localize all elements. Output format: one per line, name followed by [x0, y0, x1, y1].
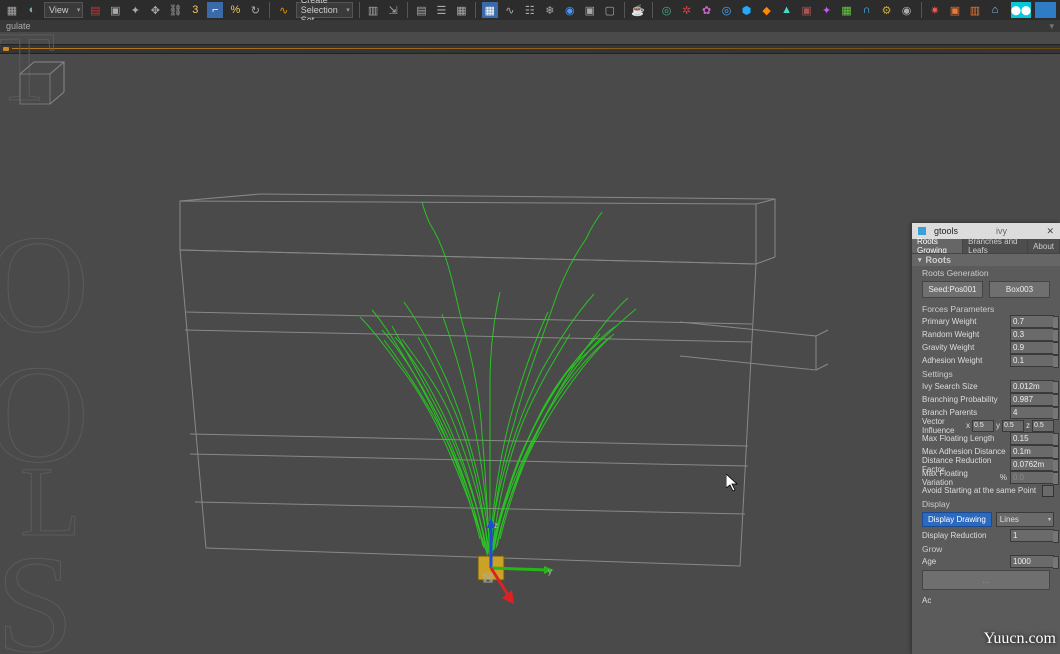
mirror-icon[interactable]: ▥	[365, 2, 381, 18]
panel-subtitle: ivy	[996, 226, 1007, 236]
main-toolbar: ▦ ◐ View ▤ ▣ ✦ ✥ ⛓ 3 ⌐ % ↻ ∿ Create Sele…	[0, 0, 1060, 20]
vector-z-spinner[interactable]: 0.5	[1032, 420, 1054, 432]
ac-label: Ac	[922, 596, 1054, 605]
curve-icon[interactable]: ∿	[276, 2, 292, 18]
display-drawing-button[interactable]: Display Drawing	[922, 512, 992, 527]
sub-toolbar: gulate ▾	[0, 20, 1060, 32]
random-weight-label: Random Weight	[922, 330, 1010, 339]
dope-sheet-icon[interactable]: ☷	[522, 2, 538, 18]
plugin-10-icon[interactable]: ▦	[839, 2, 855, 18]
primary-weight-label: Primary Weight	[922, 317, 1010, 326]
label-display: Display	[912, 497, 1060, 510]
plugin-3-icon[interactable]: ✿	[699, 2, 715, 18]
render-frame-icon[interactable]: ▢	[602, 2, 618, 18]
dist-red-spinner[interactable]: 0.0762m	[1010, 458, 1054, 471]
toggle-grid-icon[interactable]: ▦	[453, 2, 469, 18]
age-spinner[interactable]: 1000	[1010, 555, 1054, 568]
plugin-2-icon[interactable]: ✲	[679, 2, 695, 18]
display-reduction-spinner[interactable]: 1	[1010, 529, 1054, 542]
toggle-schematic-icon[interactable]: ☰	[433, 2, 449, 18]
timeline[interactable]	[0, 44, 1060, 54]
plugin-9-icon[interactable]: ✦	[819, 2, 835, 18]
panel-title-text: gtools	[934, 226, 958, 236]
tab-roots-growing[interactable]: Roots Growing	[912, 239, 963, 253]
search-size-label: Ivy Search Size	[922, 382, 1010, 391]
panel-icon	[918, 227, 926, 235]
svg-text:y: y	[548, 567, 552, 576]
spinner-icon[interactable]: ↻	[247, 2, 263, 18]
toggle-layers-icon[interactable]: ▤	[413, 2, 429, 18]
plugin-4-icon[interactable]: ◎	[719, 2, 735, 18]
primary-weight-spinner[interactable]: 0.7	[1010, 315, 1054, 328]
panel-tabs: Roots Growing Branches and Leafs About	[912, 239, 1060, 253]
plugin-6-icon[interactable]: ◆	[759, 2, 775, 18]
max-adh-spinner[interactable]: 0.1m	[1010, 445, 1054, 458]
label-roots-generation: Roots Generation	[912, 266, 1060, 279]
search-size-spinner[interactable]: 0.012m	[1010, 380, 1054, 393]
max-float-spinner[interactable]: 0.15	[1010, 432, 1054, 445]
vector-x-spinner[interactable]: 0.5	[972, 420, 994, 432]
adhesion-weight-spinner[interactable]: 0.1	[1010, 354, 1054, 367]
label-settings: Settings	[912, 367, 1060, 380]
branch-prob-label: Branching Probability	[922, 395, 1010, 404]
percent-icon[interactable]: %	[227, 2, 243, 18]
tab-branches-leafs[interactable]: Branches and Leafs	[963, 239, 1028, 253]
plugin-13-icon[interactable]: ◉	[899, 2, 915, 18]
max-float-label: Max Floating Length	[922, 434, 1010, 443]
branch-prob-spinner[interactable]: 0.987	[1010, 393, 1054, 406]
pan-icon[interactable]: ✥	[147, 2, 163, 18]
float-var-pct: %	[1000, 473, 1007, 482]
snap-icon[interactable]: ❄	[542, 2, 558, 18]
section-roots[interactable]: Roots	[912, 253, 1060, 266]
top-right-strip	[1035, 2, 1056, 18]
ribbon-icon[interactable]: ▦	[482, 2, 498, 18]
render-icon[interactable]: ☕	[630, 2, 646, 18]
snap-angle-icon[interactable]: ⌐	[207, 2, 223, 18]
avoid-same-point-label: Avoid Starting at the same Point	[922, 486, 1042, 495]
label-forces: Forces Parameters	[912, 302, 1060, 315]
plugin-12-icon[interactable]: ⚙	[879, 2, 895, 18]
float-var-spinner[interactable]: 0.0	[1010, 471, 1054, 484]
age-label: Age	[922, 557, 1010, 566]
plugin-15-icon[interactable]: ▣	[947, 2, 963, 18]
link-icon[interactable]: ⛓	[167, 2, 183, 18]
display-mode-combo[interactable]: Lines	[996, 512, 1054, 527]
material-icon[interactable]: ◉	[562, 2, 578, 18]
plugin-1-icon[interactable]: ◎	[659, 2, 675, 18]
branch-parents-spinner[interactable]: 4	[1010, 406, 1054, 419]
grow-big-button[interactable]: …	[922, 570, 1050, 590]
viewport[interactable]: T O O L S	[0, 54, 1060, 654]
adhesion-weight-label: Adhesion Weight	[922, 356, 1010, 365]
three-icon[interactable]: 3	[187, 2, 203, 18]
seed-button[interactable]: Seed:Pos001	[922, 281, 983, 298]
plugin-17-icon[interactable]: ⌂	[987, 2, 1003, 18]
render-setup-icon[interactable]: ▣	[582, 2, 598, 18]
plugin-16-icon[interactable]: ▥	[967, 2, 983, 18]
curve-editor-icon[interactable]: ∿	[502, 2, 518, 18]
align-icon[interactable]: ⇲	[385, 2, 401, 18]
gravity-weight-spinner[interactable]: 0.9	[1010, 341, 1054, 354]
target-button[interactable]: Box003	[989, 281, 1050, 298]
selection-set-dropdown[interactable]: Create Selection Set	[296, 2, 353, 18]
gtools-panel: gtools ivy ✕ Roots Growing Branches and …	[912, 223, 1060, 654]
tab-about[interactable]: About	[1028, 239, 1060, 253]
display-reduction-label: Display Reduction	[922, 531, 1010, 540]
close-icon[interactable]: ✕	[1046, 226, 1054, 237]
plugin-7-icon[interactable]: ▲	[779, 2, 795, 18]
plugin-14-icon[interactable]: ✷	[927, 2, 943, 18]
layer-icon[interactable]: ▣	[107, 2, 123, 18]
avoid-same-point-checkbox[interactable]	[1042, 485, 1054, 497]
sim-badge-icon[interactable]: ⬤⬤	[1011, 2, 1031, 18]
plugin-5-icon[interactable]: ⬢	[739, 2, 755, 18]
plugin-8-icon[interactable]: ▣	[799, 2, 815, 18]
key-mode-icon[interactable]: ▤	[87, 2, 103, 18]
plugin-11-icon[interactable]: ∩	[859, 2, 875, 18]
svg-text:z: z	[494, 521, 498, 530]
keyframe-icon[interactable]: ✦	[127, 2, 143, 18]
random-weight-spinner[interactable]: 0.3	[1010, 328, 1054, 341]
label-grow: Grow	[912, 542, 1060, 555]
vector-y-spinner[interactable]: 0.5	[1002, 420, 1024, 432]
scene-svg: z y	[0, 54, 912, 654]
gravity-weight-label: Gravity Weight	[922, 343, 1010, 352]
